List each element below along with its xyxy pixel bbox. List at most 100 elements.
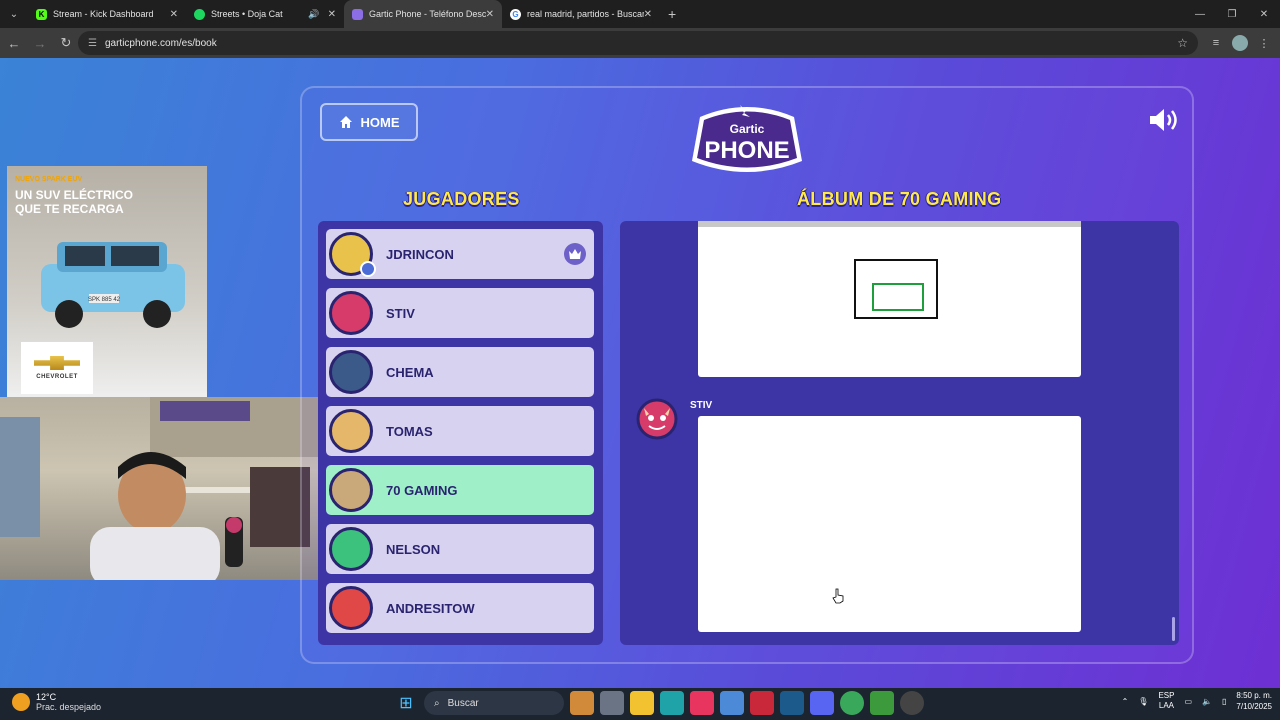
clock[interactable]: 8:50 p. m. 7/10/2025 <box>1236 690 1272 712</box>
minecraft-icon[interactable] <box>870 691 894 715</box>
tiktok-icon[interactable] <box>690 691 714 715</box>
battery-icon[interactable]: ▯ <box>1222 697 1226 706</box>
player-row-nelson[interactable]: NELSON <box>326 524 594 574</box>
widgets-icon[interactable] <box>570 691 594 715</box>
player-avatar <box>329 232 376 277</box>
back-button[interactable]: ← <box>2 31 26 55</box>
tab-title: Streets • Doja Cat <box>211 9 283 19</box>
windows-taskbar: 12°C Prac. despejado ⊞ ⌕ Buscar ⌃ 🎙 ESP … <box>0 688 1280 720</box>
players-panel: JDRINCON STIV CHEMA TOMAS 70 GAMING NELS… <box>318 221 603 645</box>
app-icon[interactable] <box>750 691 774 715</box>
forward-button[interactable]: → <box>28 31 52 55</box>
store-icon[interactable] <box>720 691 744 715</box>
host-badge-icon <box>360 261 376 277</box>
volume-icon[interactable]: 🔈 <box>1202 697 1212 706</box>
album-scrollbar[interactable] <box>1172 617 1175 641</box>
chevron-up-icon[interactable]: ⌃ <box>1122 697 1129 706</box>
player-name: 70 GAMING <box>386 482 458 498</box>
close-icon[interactable]: ✕ <box>170 9 178 20</box>
search-icon: ⌕ <box>434 697 440 709</box>
task-view-icon[interactable] <box>600 691 624 715</box>
drawing-card <box>698 221 1081 377</box>
restore-button[interactable]: ❐ <box>1216 0 1248 28</box>
minimize-button[interactable]: — <box>1184 0 1216 28</box>
tab-kick[interactable]: K Stream - Kick Dashboard ✕ <box>28 0 186 28</box>
player-avatar <box>329 291 373 335</box>
car-image: SPK 885 42 <box>41 242 185 328</box>
player-row-chema[interactable]: CHEMA <box>326 347 594 397</box>
lang-layout: LAA <box>1158 701 1175 710</box>
url-text: garticphone.com/es/book <box>104 37 217 49</box>
chevrolet-logo: CHEVROLET <box>21 342 93 394</box>
webcam-overlay <box>0 397 323 580</box>
player-avatar <box>329 586 373 630</box>
player-row-tomas[interactable]: TOMAS <box>326 406 594 456</box>
player-name: TOMAS <box>386 423 433 439</box>
avatar[interactable] <box>1232 35 1248 51</box>
gartic-phone-logo: Gartic PHONE <box>692 105 802 172</box>
windows-start-icon[interactable]: ⊞ <box>394 691 418 715</box>
gartic-icon <box>352 8 363 20</box>
sound-toggle-icon[interactable] <box>1148 106 1182 134</box>
reload-button[interactable]: ↻ <box>54 31 78 55</box>
tab-title: Gartic Phone - Teléfono Descon <box>369 9 486 19</box>
media-control-icon[interactable]: ≡ <box>1206 31 1226 55</box>
ad-headline: UN SUV ELÉCTRICO QUE TE RECARGA <box>15 188 134 216</box>
chevrolet-ad[interactable]: NUEVO SPARK EUV UN SUV ELÉCTRICO QUE TE … <box>7 166 207 398</box>
svg-text:PHONE: PHONE <box>704 137 789 164</box>
toolbar-right: ≡ ⋮ <box>1206 31 1274 55</box>
player-row-stiv[interactable]: STIV <box>326 288 594 338</box>
tab-search-button[interactable]: ⌄ <box>0 0 28 28</box>
players-heading: JUGADORES <box>403 189 520 209</box>
author-avatar <box>636 398 678 440</box>
close-icon[interactable]: ✕ <box>328 9 336 20</box>
file-explorer-icon[interactable] <box>630 691 654 715</box>
site-info-icon[interactable]: ☰ <box>88 38 97 49</box>
close-icon[interactable]: ✕ <box>486 9 494 20</box>
svg-text:Gartic: Gartic <box>730 122 765 136</box>
player-row-andresitow[interactable]: ANDRESITOW <box>326 583 594 633</box>
menu-icon[interactable]: ⋮ <box>1254 31 1274 55</box>
spotify-icon <box>194 8 205 20</box>
system-tray: ⌃ 🎙 ESP LAA ▭ 🔈 ▯ 8:50 p. m. 7/10/2025 <box>1122 690 1272 712</box>
chrome-icon[interactable] <box>840 691 864 715</box>
player-row-70-gaming[interactable]: 70 GAMING <box>326 465 594 515</box>
browser-tab-bar: ⌄ K Stream - Kick Dashboard ✕ Streets • … <box>0 0 1280 28</box>
taskbar-apps: ⊞ ⌕ Buscar <box>394 691 924 715</box>
ad-model: SPARK EUV <box>41 176 83 183</box>
tab-gartic[interactable]: Gartic Phone - Teléfono Descon ✕ <box>344 0 502 28</box>
search-placeholder: Buscar <box>447 697 479 709</box>
ad-tag-new: NUEVO <box>15 176 40 183</box>
audio-icon[interactable]: 🔊 <box>308 9 319 20</box>
google-icon: G <box>510 8 521 20</box>
tab-spotify[interactable]: Streets • Doja Cat 🔊 ✕ <box>186 0 344 28</box>
steam-icon[interactable] <box>780 691 804 715</box>
url-input[interactable]: ☰ garticphone.com/es/book ☆ <box>78 31 1198 55</box>
bookmark-star-icon[interactable]: ☆ <box>1177 36 1188 50</box>
tab-google[interactable]: G real madrid, partidos - Buscar c ✕ <box>502 0 660 28</box>
address-bar-row: ← → ↻ ☰ garticphone.com/es/book ☆ ≡ ⋮ <box>0 28 1280 58</box>
close-icon[interactable]: ✕ <box>644 9 652 20</box>
chevrolet-bowtie-icon <box>34 356 80 370</box>
new-tab-button[interactable]: + <box>668 6 676 22</box>
home-button[interactable]: HOME <box>320 103 418 141</box>
crown-icon <box>564 243 586 265</box>
player-avatar <box>329 350 373 394</box>
taskbar-search[interactable]: ⌕ Buscar <box>424 691 564 715</box>
tab-title: real madrid, partidos - Buscar c <box>527 9 644 19</box>
microphone-icon[interactable]: 🎙 <box>1138 697 1148 706</box>
weather-icon <box>12 693 30 711</box>
hand-cursor-icon <box>832 588 844 604</box>
obs-icon[interactable] <box>900 691 924 715</box>
player-row-jdrincon[interactable]: JDRINCON <box>326 229 594 279</box>
home-icon <box>339 116 352 128</box>
edge-icon[interactable] <box>660 691 684 715</box>
album-heading: ÁLBUM DE 70 GAMING <box>797 189 1002 209</box>
network-icon[interactable]: ▭ <box>1184 697 1192 706</box>
weather-widget[interactable]: 12°C Prac. despejado <box>12 692 101 712</box>
album-panel[interactable]: STIV <box>620 221 1179 645</box>
tab-title: Stream - Kick Dashboard <box>53 9 154 19</box>
close-window-button[interactable]: ✕ <box>1248 0 1280 28</box>
discord-icon[interactable] <box>810 691 834 715</box>
language-indicator[interactable]: ESP LAA <box>1158 691 1174 711</box>
